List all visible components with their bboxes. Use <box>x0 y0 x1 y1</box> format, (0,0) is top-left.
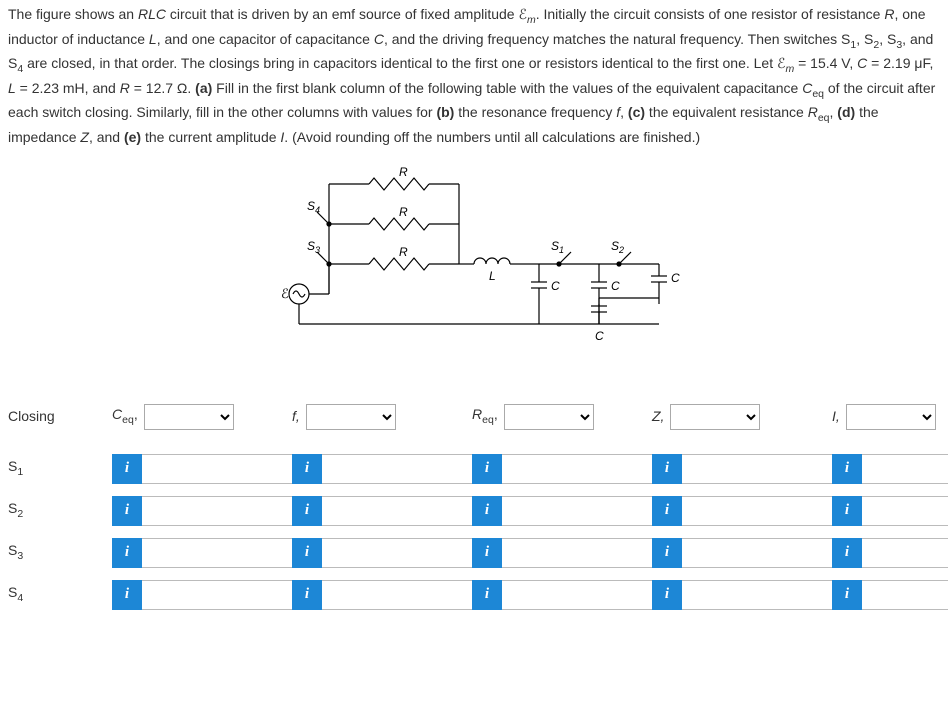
info-icon[interactable]: i <box>112 496 142 526</box>
circuit-diagram: R S4 R S3 R ℰ L <box>8 164 940 380</box>
col-head-closing: Closing <box>8 406 88 427</box>
info-icon[interactable]: i <box>652 496 682 526</box>
info-icon[interactable]: i <box>112 538 142 568</box>
i-unit-select[interactable] <box>846 404 936 430</box>
i-s2-input[interactable] <box>862 496 948 526</box>
info-icon[interactable]: i <box>472 496 502 526</box>
svg-text:R: R <box>399 165 408 179</box>
table-row: S1 i i i i i <box>8 454 940 484</box>
i-s4-input[interactable] <box>862 580 948 610</box>
info-icon[interactable]: i <box>832 496 862 526</box>
info-icon[interactable]: i <box>832 580 862 610</box>
svg-text:C: C <box>595 329 604 343</box>
z-unit-select[interactable] <box>670 404 760 430</box>
f-unit-select[interactable] <box>306 404 396 430</box>
table-row: S2 i i i i i <box>8 496 940 526</box>
info-icon[interactable]: i <box>472 580 502 610</box>
info-icon[interactable]: i <box>292 538 322 568</box>
svg-text:L: L <box>489 269 496 283</box>
info-icon[interactable]: i <box>472 538 502 568</box>
col-head-ceq: Ceq, <box>112 404 138 429</box>
info-icon[interactable]: i <box>652 454 682 484</box>
col-head-i: I, <box>832 406 840 427</box>
svg-text:S1: S1 <box>551 239 564 255</box>
info-icon[interactable]: i <box>472 454 502 484</box>
svg-text:R: R <box>399 205 408 219</box>
info-icon[interactable]: i <box>112 454 142 484</box>
info-icon[interactable]: i <box>832 454 862 484</box>
i-s1-input[interactable] <box>862 454 948 484</box>
row-label: S1 <box>8 456 88 481</box>
row-label: S4 <box>8 582 88 607</box>
col-head-z: Z, <box>652 406 664 427</box>
table-row: S3 i i i i i <box>8 538 940 568</box>
req-unit-select[interactable] <box>504 404 594 430</box>
svg-text:ℰ: ℰ <box>281 286 289 301</box>
ceq-unit-select[interactable] <box>144 404 234 430</box>
table-header-row: Closing Ceq, f, Req, Z, I, <box>8 404 940 430</box>
svg-text:S2: S2 <box>611 239 624 255</box>
info-icon[interactable]: i <box>292 454 322 484</box>
problem-text: The figure shows an RLC circuit that is … <box>8 4 940 148</box>
svg-text:C: C <box>671 271 680 285</box>
i-s3-input[interactable] <box>862 538 948 568</box>
svg-text:C: C <box>611 279 620 293</box>
answer-table: Closing Ceq, f, Req, Z, I, S1 i i i i i <box>8 404 940 610</box>
row-label: S2 <box>8 498 88 523</box>
svg-text:S3: S3 <box>307 239 320 255</box>
info-icon[interactable]: i <box>292 496 322 526</box>
col-head-f: f, <box>292 406 300 427</box>
table-row: S4 i i i i i <box>8 580 940 610</box>
info-icon[interactable]: i <box>292 580 322 610</box>
info-icon[interactable]: i <box>112 580 142 610</box>
svg-text:R: R <box>399 245 408 259</box>
row-label: S3 <box>8 540 88 565</box>
svg-text:S4: S4 <box>307 199 320 215</box>
info-icon[interactable]: i <box>832 538 862 568</box>
svg-text:C: C <box>551 279 560 293</box>
info-icon[interactable]: i <box>652 580 682 610</box>
col-head-req: Req, <box>472 404 498 429</box>
info-icon[interactable]: i <box>652 538 682 568</box>
